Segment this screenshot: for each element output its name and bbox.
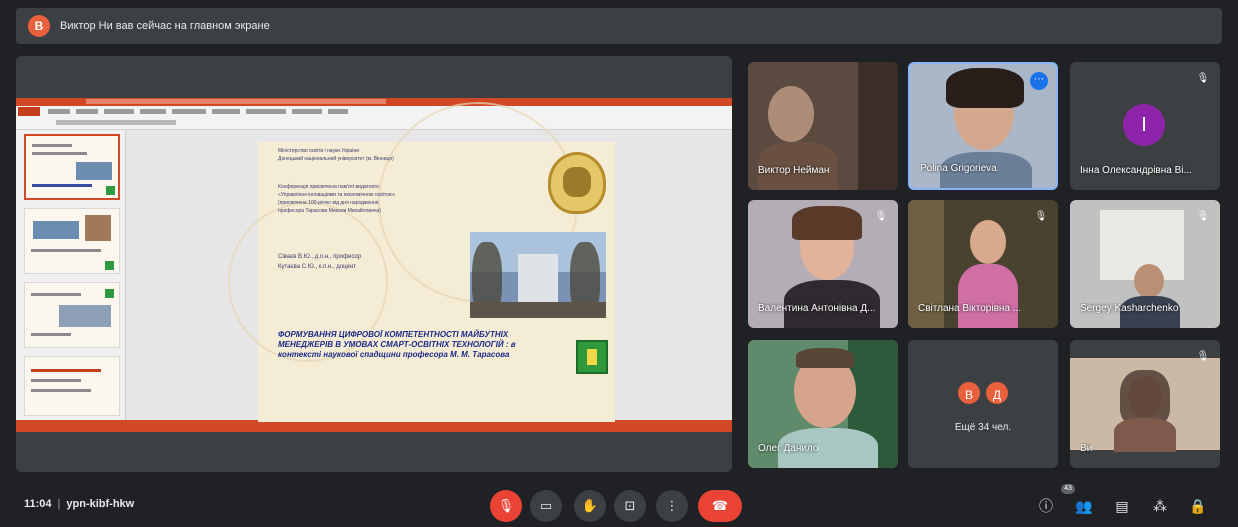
slide-thumbnail [24, 356, 120, 416]
people-count-badge: 43 [1061, 484, 1075, 494]
participant-name: Ви [1080, 443, 1093, 454]
participant-name: Інна Олександрівна Ві... [1080, 165, 1192, 176]
participant-name: Валентина Антонівна Д... [758, 303, 876, 314]
present-screen-icon[interactable]: ⊡ [614, 490, 646, 522]
info-icon[interactable]: ⓘ [1036, 496, 1056, 516]
activities-icon[interactable]: ⁂ [1150, 496, 1170, 516]
participant-tile[interactable]: 🎙 Sergey Kasharchenko [1070, 200, 1220, 328]
slide-conf-line-4: професора Тарасова Миколи Михайловича) [278, 208, 381, 214]
participant-name: Олег Данило [758, 443, 819, 454]
university-emblem [548, 152, 606, 214]
participant-avatar: І [1123, 104, 1165, 146]
current-slide: Міністерство освіти і науки України Доне… [228, 102, 615, 422]
mic-off-icon: 🎙 [874, 211, 888, 222]
call-controls-bar: 11:04 | ypn-kibf-hkw 🎙 ▭ ✋ ⊡ ⋮ ☎ ⓘ 👥 ▤ ⁂ 🔒 [0, 484, 1238, 527]
presentation-stage[interactable]: Міністерство освіти і науки України Доне… [16, 56, 732, 472]
slide-logo [576, 340, 608, 374]
mic-off-icon: 🎙 [1196, 211, 1210, 222]
participant-tile[interactable]: Олег Данило [748, 340, 898, 468]
university-building-photo [470, 232, 606, 318]
camera-icon[interactable]: ▭ [530, 490, 562, 522]
people-icon[interactable]: 👥 [1074, 496, 1094, 516]
slide-thumbnail [24, 208, 120, 274]
presenting-banner-text: Виктор Ни вав сейчас на главном экране [60, 20, 270, 32]
participant-tile-active-speaker[interactable]: ⋯ Polina Grigorieva [908, 62, 1058, 190]
host-controls-icon[interactable]: 🔒 [1188, 496, 1208, 516]
mic-off-icon: 🎙 [1034, 211, 1048, 222]
slide-thumbnail [24, 134, 120, 200]
slide-conf-line-2: «Управління інноваціями та економічною о… [278, 192, 396, 198]
chat-icon[interactable]: ▤ [1112, 496, 1132, 516]
participant-name: Polina Grigorieva [920, 163, 997, 174]
participant-tile[interactable]: Виктор Нейман [748, 62, 898, 190]
participant-name: Виктор Нейман [758, 165, 830, 176]
microphone-off-icon[interactable]: 🎙 [490, 490, 522, 522]
participant-name: Sergey Kasharchenko [1080, 303, 1179, 314]
divider: | [57, 498, 61, 510]
hang-up-icon[interactable]: ☎ [698, 490, 742, 522]
presenter-avatar: В [28, 15, 50, 37]
slide-author-2: Кутаєва С.Ю., к.п.н., доцент [278, 264, 356, 270]
slide-conf-line-1: Конференція присвячена пам'яті видатного [278, 184, 379, 190]
mic-off-icon: 🎙 [1196, 73, 1210, 84]
mic-off-icon: 🎙 [1196, 351, 1210, 362]
slide-thumbnail [24, 282, 120, 348]
participant-name: Світлана Вікторівна ... [918, 303, 1022, 314]
slide-author-1: Сіваєв В.Ю., д.п.н., професор [278, 254, 362, 260]
powerpoint-ribbon [16, 106, 732, 130]
meeting-info: 11:04 | ypn-kibf-hkw [24, 498, 134, 510]
powerpoint-titlebar [16, 98, 732, 106]
slide-conf-line-3: (присвячена 100-річчю від дня народження [278, 200, 379, 206]
participant-avatar: В [956, 380, 982, 406]
meeting-code: ypn-kibf-hkw [66, 498, 135, 510]
slide-org-line-2: Донецький національний університет (м. В… [278, 156, 394, 162]
slide-thumbnails [16, 130, 126, 420]
slide-main-title: ФОРМУВАННЯ ЦИФРОВОЇ КОМПЕТЕНТНОСТІ МАЙБУ… [278, 330, 516, 359]
current-time: 11:04 [24, 498, 52, 510]
meet-app: В Виктор Ни вав сейчас на главном экране [0, 0, 1238, 527]
slide-org-line-1: Міністерство освіти і науки України [278, 148, 360, 154]
self-tile[interactable]: 🎙 Ви [1070, 340, 1220, 468]
participant-tile[interactable]: 🎙 І Інна Олександрівна Ві... [1070, 62, 1220, 190]
presenting-banner: В Виктор Ни вав сейчас на главном экране [16, 8, 1222, 44]
raise-hand-icon[interactable]: ✋ [574, 490, 606, 522]
more-options-icon[interactable]: ⋯ [1030, 72, 1048, 90]
participant-tile[interactable]: 🎙 Валентина Антонівна Д... [748, 200, 898, 328]
participant-tile[interactable]: 🎙 Світлана Вікторівна ... [908, 200, 1058, 328]
others-tile[interactable]: В Д Ещё 34 чел. [908, 340, 1058, 468]
more-vertical-icon[interactable]: ⋮ [656, 490, 688, 522]
participant-avatar: Д [984, 380, 1010, 406]
others-count: Ещё 34 чел. [954, 422, 1012, 433]
